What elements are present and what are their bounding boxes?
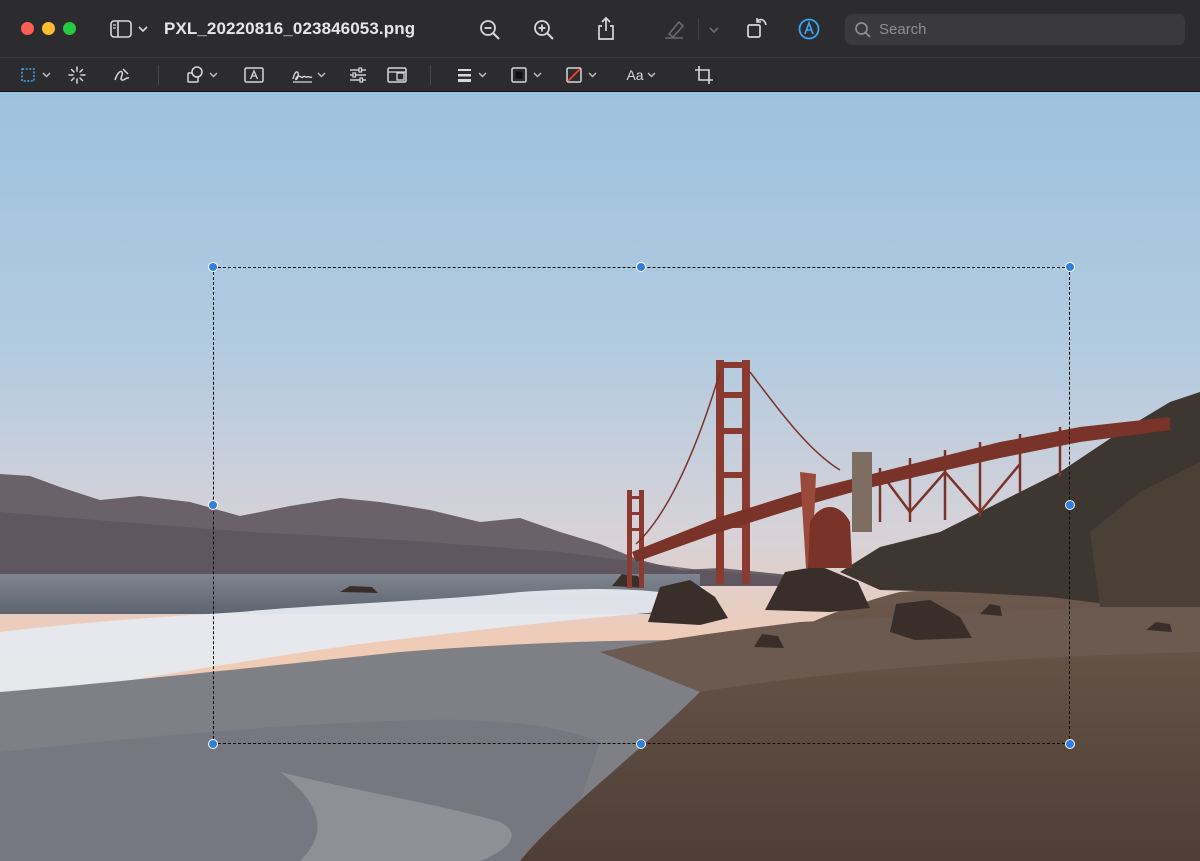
highlight-button[interactable] (662, 17, 688, 41)
markup-button[interactable] (797, 17, 821, 41)
zoom-out-icon (480, 20, 500, 40)
text-box-button[interactable] (243, 65, 265, 85)
search-field[interactable] (845, 14, 1185, 45)
share-icon (598, 16, 614, 40)
markup-icon (798, 18, 820, 40)
search-icon (854, 21, 872, 39)
close-window-button[interactable] (21, 22, 34, 35)
selection-handle-bottom-right[interactable] (1065, 739, 1075, 749)
adjust-size-icon (387, 67, 407, 83)
chevron-down-icon (647, 72, 656, 78)
signature-button[interactable] (290, 65, 330, 85)
adjust-color-button[interactable] (348, 65, 368, 85)
selection-handle-middle-left[interactable] (208, 500, 218, 510)
toolbar-divider (158, 65, 159, 85)
markup-toolbar: Aa (0, 58, 1200, 92)
selection-handle-top-center[interactable] (636, 262, 646, 272)
zoom-out-button[interactable] (478, 18, 502, 42)
instant-alpha-button[interactable] (67, 65, 87, 85)
text-style-label: Aa (626, 67, 644, 83)
rectangular-selection-icon (21, 68, 51, 82)
document-title: PXL_20220816_023846053.png (164, 19, 416, 38)
rotate-icon (747, 18, 767, 38)
text-box-icon (244, 67, 264, 83)
signature-icon (292, 71, 326, 83)
share-button[interactable] (594, 16, 618, 42)
sidebar-icon (110, 20, 148, 38)
minimize-window-button[interactable] (42, 22, 55, 35)
instant-alpha-icon (68, 66, 86, 84)
shapes-button[interactable] (184, 65, 222, 85)
sketch-icon (114, 68, 130, 81)
zoom-in-icon (534, 20, 554, 40)
toolbar-divider (430, 65, 431, 85)
preview-window: PXL_20220816_023846053.png Search Aa (0, 0, 1200, 861)
shape-style-icon (458, 69, 487, 82)
fullscreen-window-button[interactable] (63, 22, 76, 35)
text-style-button[interactable]: Aa (622, 65, 662, 85)
rectangular-selection[interactable] (213, 267, 1070, 744)
selection-handle-bottom-center[interactable] (636, 739, 646, 749)
highlight-pen-icon (665, 20, 685, 39)
search-input[interactable] (879, 14, 1169, 45)
adjust-color-icon (350, 67, 366, 83)
border-color-icon (511, 67, 542, 83)
sidebar-toggle-button[interactable] (108, 17, 152, 41)
fill-color-icon (566, 67, 597, 83)
selection-handle-middle-right[interactable] (1065, 500, 1075, 510)
shapes-icon (187, 66, 218, 83)
crop-button[interactable] (694, 65, 714, 85)
fill-color-button[interactable] (564, 65, 600, 85)
crop-icon (695, 66, 713, 84)
chevron-down-icon (709, 27, 719, 34)
adjust-size-button[interactable] (386, 65, 408, 85)
zoom-in-button[interactable] (532, 18, 556, 42)
rotate-button[interactable] (744, 15, 770, 41)
selection-handle-top-left[interactable] (208, 262, 218, 272)
border-color-button[interactable] (509, 65, 545, 85)
highlight-options-button[interactable] (705, 22, 723, 38)
title-bar: PXL_20220816_023846053.png (0, 0, 1200, 58)
sketch-button[interactable] (111, 65, 133, 85)
selection-tools-button[interactable] (18, 65, 54, 85)
selection-handle-top-right[interactable] (1065, 262, 1075, 272)
selection-handle-bottom-left[interactable] (208, 739, 218, 749)
shape-style-button[interactable] (455, 65, 491, 85)
toolbar-divider (698, 18, 699, 40)
